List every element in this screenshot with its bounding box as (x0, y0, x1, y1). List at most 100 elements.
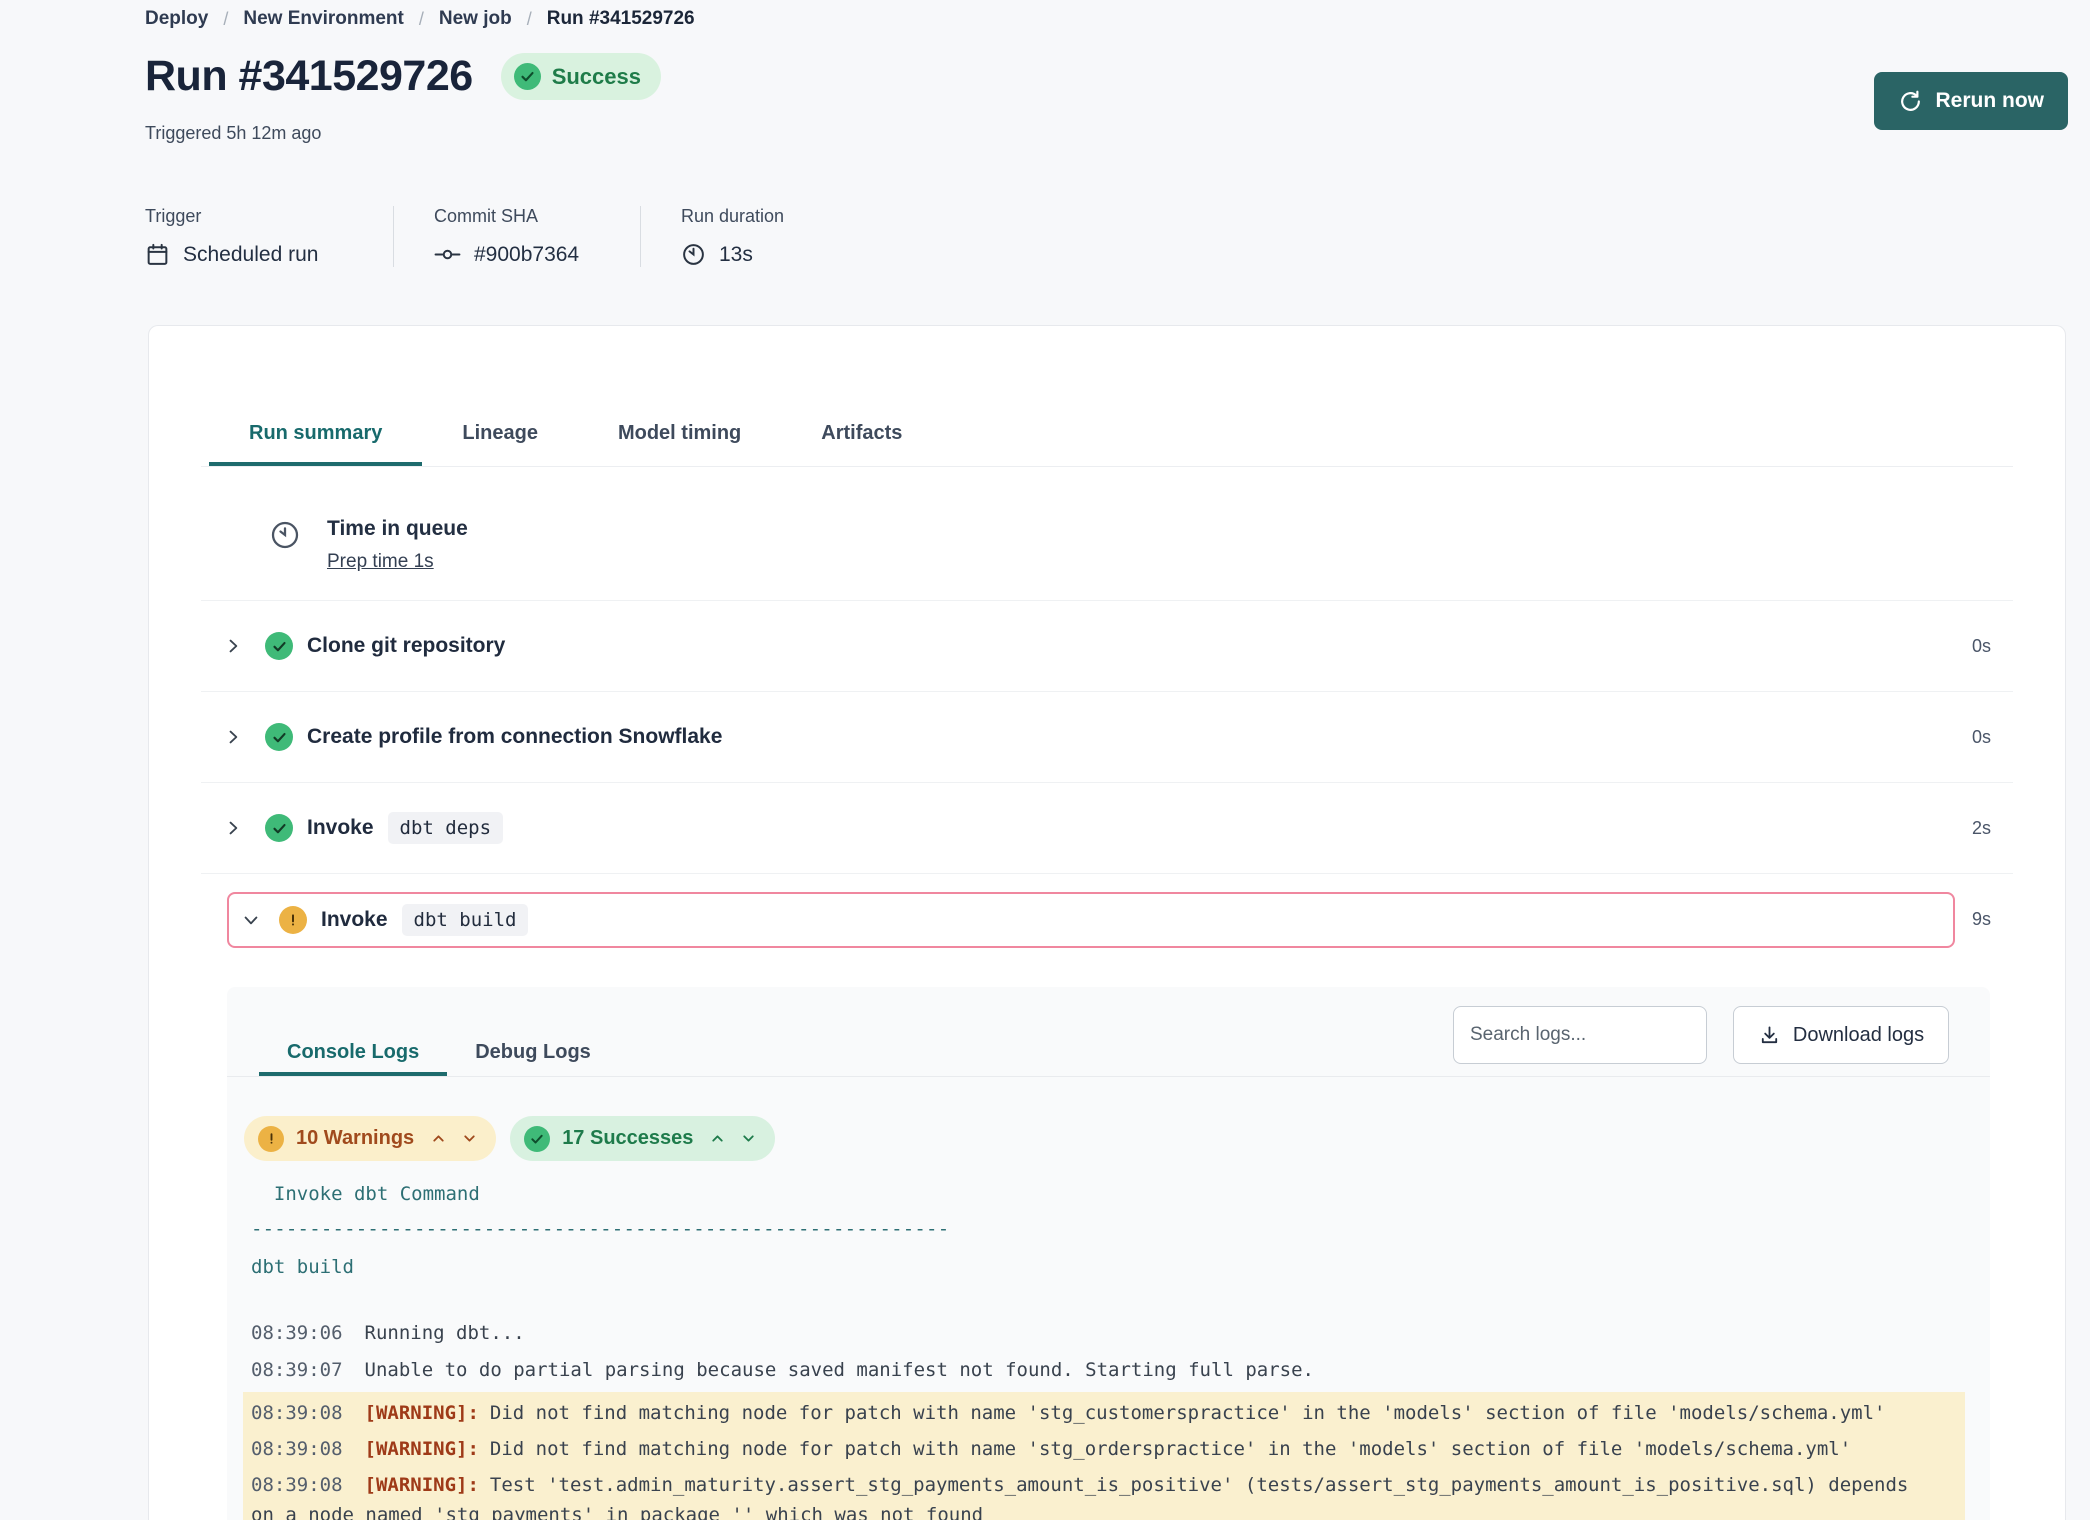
log-command-title: Invoke dbt Command (251, 1179, 1960, 1209)
run-tabs: Run summary Lineage Model timing Artifac… (201, 404, 2013, 467)
log-line-warning: 08:39:08[WARNING]:Did not find matching … (251, 1434, 1937, 1464)
meta-trigger-label: Trigger (145, 206, 353, 227)
log-text: Test 'test.admin_maturity.assert_stg_pay… (251, 1474, 1908, 1520)
download-logs-label: Download logs (1793, 1024, 1924, 1047)
console-logs-panel: Console Logs Debug Logs Download logs 10… (227, 987, 1990, 1520)
meta-duration-label: Run duration (681, 206, 784, 227)
calendar-icon (145, 242, 170, 267)
chevron-right-icon[interactable] (223, 818, 243, 838)
log-timestamp: 08:39:08 (251, 1402, 343, 1424)
step-row-dbt-build: Invoke dbt build 9s (201, 874, 2013, 965)
time-in-queue-section: Time in queue Prep time 1s (201, 517, 2013, 601)
step-row-clone[interactable]: Clone git repository 0s (201, 601, 2013, 692)
log-timestamp: 08:39:08 (251, 1474, 343, 1496)
breadcrumb-separator: / (419, 9, 424, 30)
selected-step-box[interactable]: Invoke dbt build (227, 892, 1955, 948)
meta-duration: Run duration 13s (640, 206, 824, 267)
meta-commit-label: Commit SHA (434, 206, 600, 227)
step-row-profile[interactable]: Create profile from connection Snowflake… (201, 692, 2013, 783)
warning-tag: [WARNING]: (365, 1438, 479, 1460)
tab-artifacts[interactable]: Artifacts (781, 404, 942, 466)
success-check-icon (514, 63, 541, 90)
warnings-badge-label: 10 Warnings (296, 1127, 414, 1150)
successes-filter-badge[interactable]: 17 Successes (510, 1116, 775, 1161)
run-meta: Trigger Scheduled run Commit SHA #900b73… (145, 206, 824, 267)
step-label: Invoke (321, 908, 388, 932)
log-line-warning: 08:39:08 [WARNING]:Test 'test.admin_matur… (251, 1470, 1937, 1520)
warnings-filter-badge[interactable]: 10 Warnings (244, 1116, 496, 1161)
timer-icon (269, 519, 301, 573)
step-label: Create profile from connection Snowflake (307, 725, 722, 749)
chevron-right-icon[interactable] (223, 727, 243, 747)
rerun-now-button[interactable]: Rerun now (1874, 72, 2069, 130)
step-label: Invoke (307, 816, 374, 840)
successes-badge-label: 17 Successes (562, 1127, 693, 1150)
breadcrumb-item-run: Run #341529726 (547, 8, 695, 30)
rerun-icon (1898, 89, 1923, 114)
download-logs-button[interactable]: Download logs (1733, 1006, 1949, 1064)
clock-icon (681, 242, 706, 267)
tab-lineage[interactable]: Lineage (422, 404, 578, 466)
tab-debug-logs[interactable]: Debug Logs (447, 1020, 619, 1076)
success-check-icon (524, 1126, 550, 1152)
step-duration: 0s (1972, 727, 2013, 748)
meta-commit-value[interactable]: #900b7364 (474, 243, 579, 267)
step-duration: 2s (1972, 818, 2013, 839)
step-row-dbt-deps[interactable]: Invoke dbt deps 2s (201, 783, 2013, 874)
warning-log-block: 08:39:08 [WARNING]: Did not find matching … (243, 1392, 1965, 1520)
tab-run-summary[interactable]: Run summary (209, 404, 422, 466)
step-command-pill: dbt deps (388, 812, 504, 844)
step-label: Clone git repository (307, 634, 505, 658)
warning-tag: [WARNING]: (365, 1474, 479, 1496)
prep-time-link[interactable]: Prep time 1s (327, 551, 434, 573)
warning-tag: [WARNING]: (365, 1402, 479, 1424)
steps-list: Clone git repository 0s Create profile f… (201, 601, 2013, 965)
step-duration: 0s (1972, 636, 2013, 657)
log-output: Invoke dbt Command ---------------------… (251, 1179, 1960, 1520)
page-title: Run #341529726 (145, 52, 473, 101)
tab-model-timing[interactable]: Model timing (578, 404, 781, 466)
log-divider: ----------------------------------------… (251, 1214, 1960, 1244)
chevron-right-icon[interactable] (223, 636, 243, 656)
title-row: Run #341529726 Success (145, 52, 661, 101)
time-in-queue-title: Time in queue (327, 517, 468, 541)
log-line: 08:39:06Running dbt... (251, 1318, 1960, 1348)
success-icon (265, 723, 293, 751)
meta-duration-value: 13s (719, 243, 753, 267)
log-tabs: Console Logs Debug Logs (259, 1020, 619, 1076)
meta-trigger: Trigger Scheduled run (145, 206, 393, 267)
log-line: 08:39:07 Unable to do partial parsing bec… (251, 1355, 1960, 1385)
log-filter-badges: 10 Warnings 17 Successes (244, 1116, 1990, 1161)
meta-trigger-value: Scheduled run (183, 243, 318, 267)
log-text: Did not find matching node for patch wit… (490, 1402, 1886, 1424)
next-success-chevron-down-icon[interactable] (740, 1130, 757, 1147)
breadcrumb-item-environment[interactable]: New Environment (243, 8, 403, 30)
success-icon (265, 632, 293, 660)
warning-icon (279, 906, 307, 934)
triggered-time: Triggered 5h 12m ago (145, 123, 321, 144)
tab-console-logs[interactable]: Console Logs (259, 1020, 447, 1076)
log-timestamp: 08:39:06 (251, 1322, 343, 1344)
console-logs-header: Console Logs Debug Logs Download logs (227, 987, 1990, 1077)
log-text: Did not find matching node for patch wit… (490, 1438, 1851, 1460)
status-badge-label: Success (552, 64, 641, 90)
breadcrumb-separator: / (223, 9, 228, 30)
breadcrumb-item-job[interactable]: New job (439, 8, 512, 30)
step-command-pill: dbt build (402, 904, 529, 936)
prev-success-chevron-up-icon[interactable] (709, 1130, 726, 1147)
warning-icon (258, 1126, 284, 1152)
log-text: Unable to do partial parsing because sav… (365, 1359, 1314, 1381)
breadcrumb: Deploy / New Environment / New job / Run… (145, 8, 695, 30)
log-timestamp: 08:39:07 (251, 1359, 343, 1381)
next-warning-chevron-down-icon[interactable] (461, 1130, 478, 1147)
log-line-warning: 08:39:08 [WARNING]: Did not find matching … (251, 1398, 1937, 1428)
breadcrumb-item-deploy[interactable]: Deploy (145, 8, 208, 30)
log-command: dbt build (251, 1252, 1960, 1282)
search-logs-input[interactable] (1453, 1006, 1707, 1064)
prev-warning-chevron-up-icon[interactable] (430, 1130, 447, 1147)
status-badge: Success (501, 53, 661, 100)
chevron-down-icon[interactable] (241, 910, 261, 930)
step-duration: 9s (1972, 909, 2013, 930)
meta-commit: Commit SHA #900b7364 (393, 206, 640, 267)
run-summary-card: Run summary Lineage Model timing Artifac… (148, 325, 2066, 1520)
